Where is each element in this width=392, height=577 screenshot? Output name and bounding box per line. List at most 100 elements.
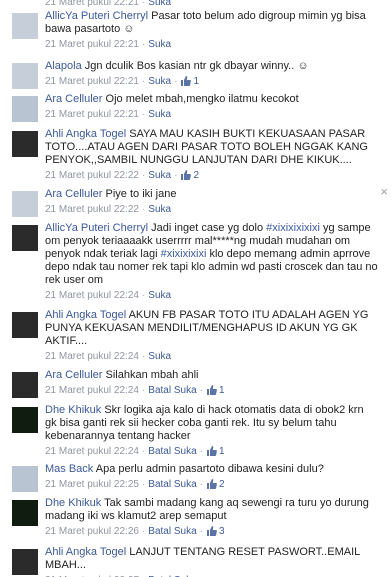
- comment-body: Ahli Angka Togel AKUN FB PASAR TOTO ITU …: [45, 309, 378, 363]
- comment-author[interactable]: Mas Back: [45, 463, 93, 475]
- comment-meta: 21 Maret pukul 22:21 · Suka: [45, 108, 378, 121]
- avatar[interactable]: [12, 191, 38, 217]
- thumbs-up-icon: [207, 446, 217, 456]
- close-icon[interactable]: ×: [380, 185, 388, 198]
- like-link[interactable]: Batal Suka: [148, 385, 196, 396]
- meta-separator: ·: [141, 109, 146, 120]
- avatar[interactable]: [12, 13, 38, 39]
- avatar[interactable]: [12, 225, 38, 251]
- like-count-value: 1: [219, 446, 225, 457]
- meta-separator: ·: [199, 526, 204, 537]
- avatar[interactable]: [12, 96, 38, 122]
- meta-separator: ·: [141, 351, 146, 362]
- meta-separator: ·: [199, 446, 204, 457]
- like-link[interactable]: Batal Suka: [148, 526, 196, 537]
- meta-separator: ·: [141, 76, 146, 87]
- comment-meta: 21 Maret pukul 22:22 · Suka: [45, 203, 378, 216]
- like-count[interactable]: 1: [206, 446, 225, 457]
- meta-separator: ·: [141, 446, 146, 457]
- comment-feed: 21 Maret pukul 22:21 · Suka AllicYa Puteri…: [0, 0, 392, 577]
- meta-separator: ·: [199, 479, 204, 490]
- comment-body: Ahli Angka Togel SAYA MAU KASIH BUKTI KE…: [45, 128, 378, 182]
- meta-separator: ·: [141, 204, 146, 215]
- comment-body: Ara Celluler Piye to iki jane 21 Maret pu…: [45, 188, 378, 216]
- like-count-value: 2: [219, 479, 225, 490]
- comment-author[interactable]: Dhe Khikuk: [45, 497, 101, 509]
- avatar[interactable]: [12, 500, 38, 526]
- like-link[interactable]: Suka: [148, 76, 171, 87]
- meta-separator: ·: [141, 39, 146, 50]
- comment-meta: 21 Maret pukul 22:21 · Suka: [45, 38, 378, 51]
- top-meta: 21 Maret pukul 22:21 · Suka: [45, 0, 171, 9]
- like-link[interactable]: Batal Suka: [148, 446, 196, 457]
- top-like-link[interactable]: Suka: [148, 0, 171, 8]
- like-link[interactable]: Suka: [148, 39, 171, 50]
- comment-body: Ahli Angka Togel LANJUT TENTANG RESET PA…: [45, 546, 378, 577]
- comment-meta: 21 Maret pukul 22:24 · Suka: [45, 289, 378, 302]
- comment-author[interactable]: AllicYa Puteri Cherryl: [45, 222, 148, 234]
- comment-body: AllicYa Puteri Cherryl Jadi inget case y…: [45, 222, 378, 302]
- comment-text: Ojo melet mbah,mengko ilatmu kecokot: [105, 93, 299, 105]
- like-count-value: 1: [193, 76, 199, 87]
- thumbs-up-icon: [207, 526, 217, 536]
- avatar[interactable]: [12, 372, 38, 398]
- thumbs-up-icon: [207, 385, 217, 395]
- comment-text: Jgn dculik Bos kasian ntr gk dbayar winn…: [84, 60, 298, 72]
- comment-timestamp: 21 Maret pukul 22:21: [45, 76, 139, 87]
- comment-body: Dhe Khikuk Tak sambi madang kang aq sewe…: [45, 497, 378, 538]
- like-link[interactable]: Suka: [148, 351, 171, 362]
- comment-timestamp: 21 Maret pukul 22:25: [45, 479, 139, 490]
- meta-separator: ·: [141, 290, 146, 301]
- comment-timestamp: 21 Maret pukul 22:24: [45, 290, 139, 301]
- avatar[interactable]: [12, 63, 38, 89]
- like-link[interactable]: Suka: [148, 290, 171, 301]
- comment-timestamp: 21 Maret pukul 22:24: [45, 385, 139, 396]
- like-count[interactable]: 2: [180, 170, 199, 181]
- avatar[interactable]: [12, 466, 38, 492]
- hashtag-link[interactable]: #xixixixixi: [161, 248, 207, 260]
- hashtag-link[interactable]: #xixixixixixi: [266, 222, 320, 234]
- avatar[interactable]: [12, 407, 38, 433]
- like-count-value: 2: [193, 170, 199, 181]
- meta-separator: ·: [141, 0, 146, 8]
- like-count[interactable]: 1: [206, 385, 225, 396]
- like-count-value: 3: [219, 526, 225, 537]
- comment-body: Dhe Khikuk Skr logika aja kalo di hack o…: [45, 404, 378, 458]
- comment-author[interactable]: Ahli Angka Togel: [45, 546, 126, 558]
- comment-body: Alapola Jgn dculik Bos kasian ntr gk dba…: [45, 60, 378, 88]
- comment-author[interactable]: Ara Celluler: [45, 369, 102, 381]
- comment-author[interactable]: AllicYa Puteri Cherryl: [45, 10, 148, 22]
- meta-separator: ·: [199, 385, 204, 396]
- comment-timestamp: 21 Maret pukul 22:24: [45, 351, 139, 362]
- like-link[interactable]: Batal Suka: [148, 479, 196, 490]
- comment-author[interactable]: Ara Celluler: [45, 93, 102, 105]
- meta-separator: ·: [141, 170, 146, 181]
- like-count[interactable]: 3: [206, 526, 225, 537]
- avatar[interactable]: [12, 131, 38, 157]
- comment-text: Jadi inget case yg dolo: [151, 222, 267, 234]
- comment-timestamp: 21 Maret pukul 22:22: [45, 204, 139, 215]
- comment-author[interactable]: Dhe Khikuk: [45, 404, 101, 416]
- thumbs-up-icon: [181, 76, 192, 86]
- like-link[interactable]: Suka: [148, 204, 171, 215]
- comment-text: Silahkan mbah ahli: [105, 369, 199, 381]
- comment-meta: 21 Maret pukul 22:21 · Suka · 1: [45, 75, 378, 88]
- like-count[interactable]: 2: [206, 479, 225, 490]
- comment-author[interactable]: Alapola: [45, 60, 82, 72]
- thumbs-up-icon: [181, 170, 192, 180]
- comment-meta: 21 Maret pukul 22:25 · Batal Suka · 2: [45, 478, 378, 491]
- comment-text: Apa perlu admin pasartoto dibawa kesini …: [95, 463, 324, 475]
- comment-timestamp: 21 Maret pukul 22:26: [45, 526, 139, 537]
- meta-separator: ·: [141, 526, 146, 537]
- comment-timestamp: 21 Maret pukul 22:22: [45, 170, 139, 181]
- comment-author[interactable]: Ara Celluler: [45, 188, 102, 200]
- like-link[interactable]: Suka: [148, 170, 171, 181]
- avatar[interactable]: [12, 312, 38, 338]
- like-count[interactable]: 1: [180, 76, 199, 87]
- avatar[interactable]: [12, 549, 38, 575]
- comment-author[interactable]: Ahli Angka Togel: [45, 128, 126, 140]
- like-link[interactable]: Suka: [148, 109, 171, 120]
- comment-author[interactable]: Ahli Angka Togel: [45, 309, 126, 321]
- comment-timestamp: 21 Maret pukul 22:24: [45, 446, 139, 457]
- meta-separator: ·: [141, 479, 146, 490]
